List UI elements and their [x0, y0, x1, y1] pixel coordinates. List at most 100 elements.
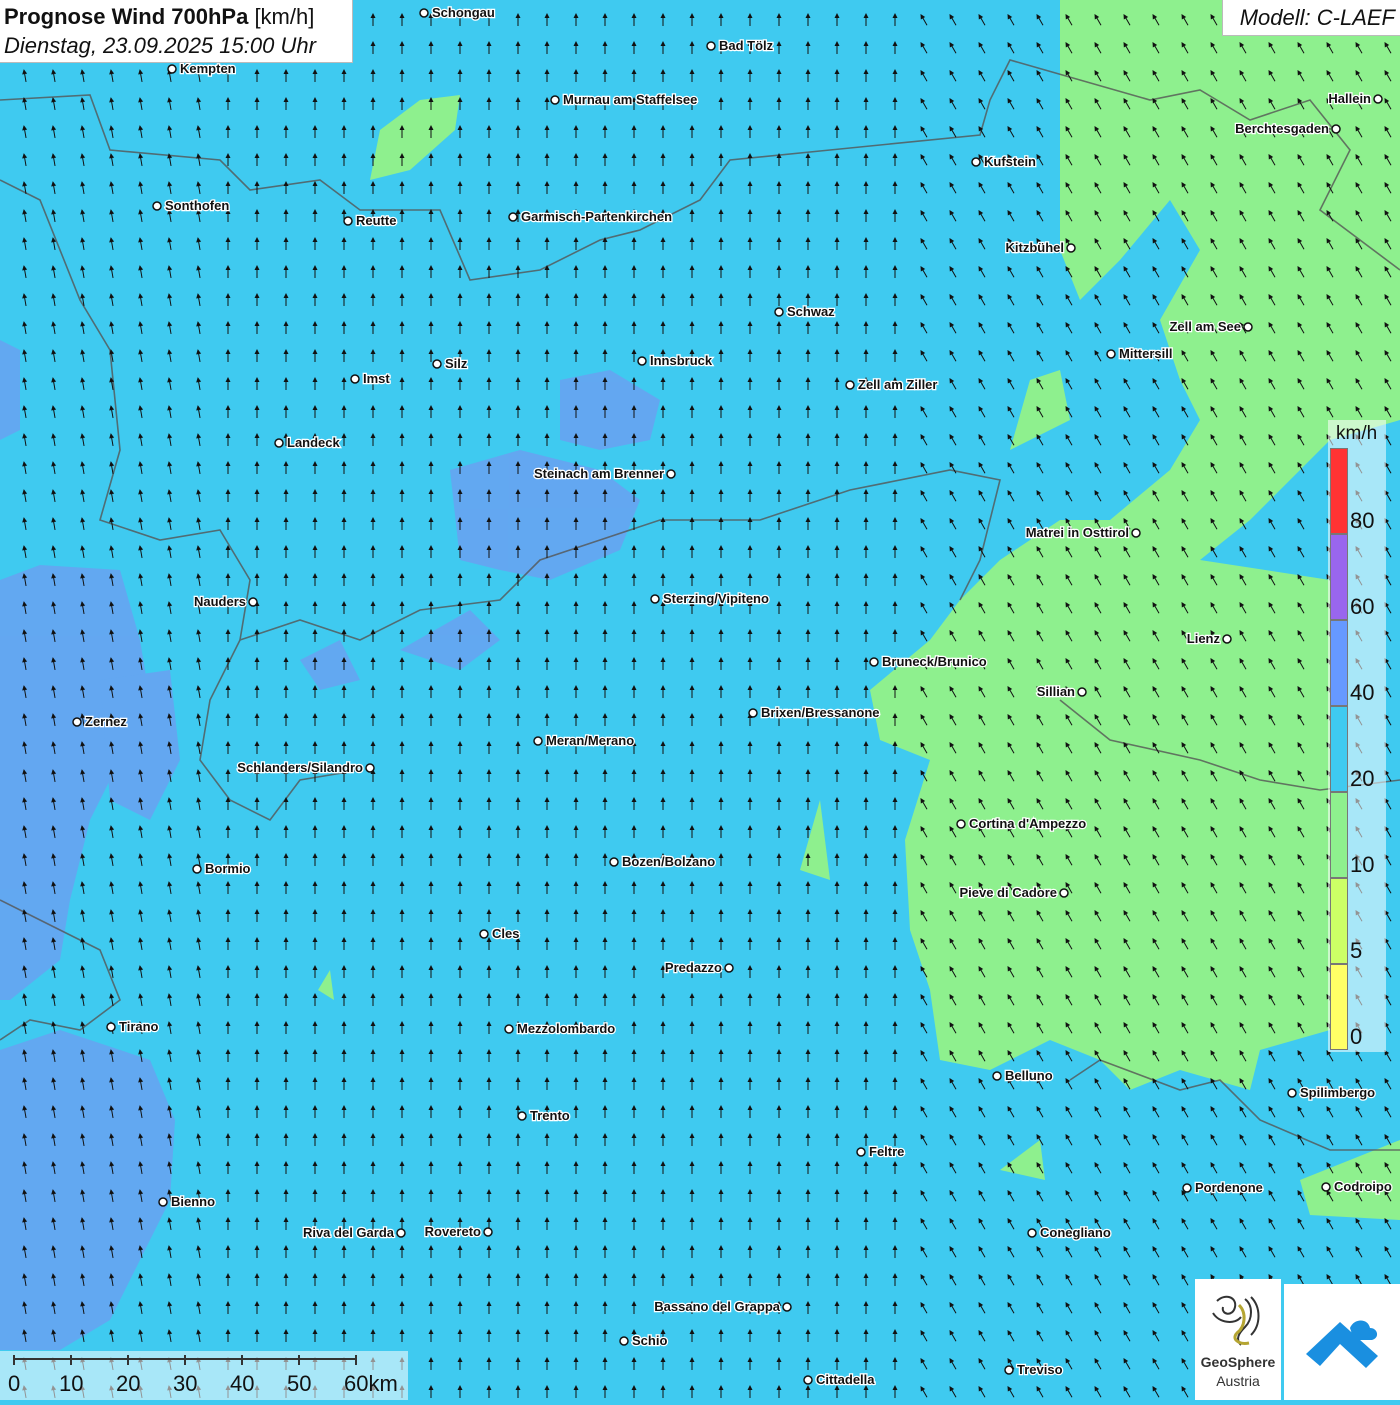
city-label: Cortina d'Ampezzo: [969, 816, 1086, 831]
city-marker: Sonthofen: [152, 197, 231, 214]
legend-swatch: [1330, 534, 1348, 620]
city-dot: [504, 1024, 514, 1034]
city-dot: [637, 356, 647, 366]
city-dot: [666, 469, 676, 479]
legend-label: 40: [1350, 680, 1375, 705]
city-marker: Spilimbergo: [1287, 1084, 1376, 1101]
city-dot: [1131, 528, 1141, 538]
city-dot: [706, 41, 716, 51]
city-label: Pordenone: [1195, 1180, 1263, 1195]
city-dot: [650, 594, 660, 604]
city-marker: Murnau am Staffelsee: [550, 91, 699, 108]
city-marker: Steinach am Brenner: [533, 465, 676, 482]
map-title-bold: Prognose Wind 700hPa: [4, 4, 249, 29]
city-dot: [158, 1197, 168, 1207]
city-label: Meran/Merano: [546, 733, 634, 748]
city-marker: Bozen/Bolzano: [609, 853, 716, 870]
city-marker: Pordenone: [1182, 1179, 1264, 1196]
city-label: Trento: [530, 1108, 570, 1123]
city-marker: Meran/Merano: [533, 732, 635, 749]
city-label: Mezzolombardo: [517, 1021, 615, 1036]
legend-swatch: [1330, 706, 1348, 792]
city-label: Steinach am Brenner: [534, 466, 664, 481]
city-dot: [419, 8, 429, 18]
city-dot: [550, 95, 560, 105]
geosphere-country: Austria: [1216, 1373, 1260, 1389]
city-marker: Sterzing/Vipiteno: [650, 590, 770, 607]
city-marker: Zell am See: [1168, 318, 1253, 335]
city-label: Zell am Ziller: [858, 377, 937, 392]
city-label: Bruneck/Brunico: [882, 654, 987, 669]
legend-swatch: [1330, 964, 1348, 1050]
city-dot: [1027, 1228, 1037, 1238]
city-dot: [1243, 322, 1253, 332]
city-dot: [152, 201, 162, 211]
city-dot: [192, 864, 202, 874]
city-dot: [971, 157, 981, 167]
city-marker: Schongau: [419, 4, 496, 21]
city-label: Schongau: [432, 5, 495, 20]
city-label: Belluno: [1005, 1068, 1053, 1083]
city-marker: Pieve di Cadore: [958, 884, 1069, 901]
city-label: Kempten: [180, 61, 236, 76]
city-marker: Schlanders/Silandro: [236, 759, 375, 776]
city-dot: [1182, 1183, 1192, 1193]
city-label: Conegliano: [1040, 1225, 1111, 1240]
geosphere-name: GeoSphere: [1200, 1354, 1276, 1370]
legend-swatch: [1330, 620, 1348, 706]
city-dot: [845, 380, 855, 390]
legend-unit: km/h: [1336, 423, 1378, 444]
legend-label: 5: [1350, 938, 1363, 963]
forecast-datetime: Dienstag, 23.09.2025 15:00 Uhr: [4, 33, 316, 58]
legend-label: 20: [1350, 766, 1375, 791]
city-dot: [1331, 124, 1341, 134]
city-dot: [508, 212, 518, 222]
city-dot: [483, 1227, 493, 1237]
title-box: Prognose Wind 700hPa [km/h] Dienstag, 23…: [0, 0, 353, 63]
city-label: Bienno: [171, 1194, 215, 1209]
city-dot: [432, 359, 442, 369]
city-dot: [619, 1336, 629, 1346]
city-label: Innsbruck: [650, 353, 713, 368]
city-label: Nauders: [194, 594, 246, 609]
city-dot: [1066, 243, 1076, 253]
city-label: Tirano: [119, 1019, 159, 1034]
city-dot: [856, 1147, 866, 1157]
city-label: Hallein: [1328, 91, 1371, 106]
mountain-cloud-icon: [1306, 1320, 1378, 1368]
scale-label: 50: [287, 1371, 312, 1396]
city-label: Bassano del Grappa: [654, 1299, 780, 1314]
city-dot: [343, 216, 353, 226]
city-dot: [1059, 888, 1069, 898]
city-label: Mittersill: [1119, 346, 1172, 361]
legend-swatch: [1330, 448, 1348, 534]
model-box: Modell: C-LAEF: [1222, 0, 1400, 36]
city-dot: [1106, 349, 1116, 359]
city-label: Schio: [632, 1333, 667, 1348]
legend-swatch: [1330, 792, 1348, 878]
city-label: Sterzing/Vipiteno: [663, 591, 769, 606]
city-label: Reutte: [356, 213, 396, 228]
city-marker: Riva del Garda: [302, 1224, 406, 1241]
city-dot: [1222, 634, 1232, 644]
city-dot: [1077, 687, 1087, 697]
city-dot: [274, 438, 284, 448]
city-label: Feltre: [869, 1144, 904, 1159]
city-dot: [774, 307, 784, 317]
city-label: Matrei in Osttirol: [1026, 525, 1129, 540]
city-label: Imst: [363, 371, 390, 386]
scale-label: 20: [116, 1371, 141, 1396]
map-title-unit: [km/h]: [254, 4, 315, 29]
city-label: Sonthofen: [165, 198, 229, 213]
city-dot: [992, 1071, 1002, 1081]
city-label: Spilimbergo: [1300, 1085, 1375, 1100]
city-label: Sillian: [1037, 684, 1075, 699]
city-label: Codroipo: [1334, 1179, 1392, 1194]
city-label: Schlanders/Silandro: [237, 760, 363, 775]
city-dot: [365, 763, 375, 773]
city-label: Predazzo: [665, 960, 722, 975]
city-dot: [106, 1022, 116, 1032]
legend-label: 0: [1350, 1024, 1363, 1049]
city-label: Garmisch-Partenkirchen: [521, 209, 672, 224]
city-label: Bad Tölz: [719, 38, 774, 53]
